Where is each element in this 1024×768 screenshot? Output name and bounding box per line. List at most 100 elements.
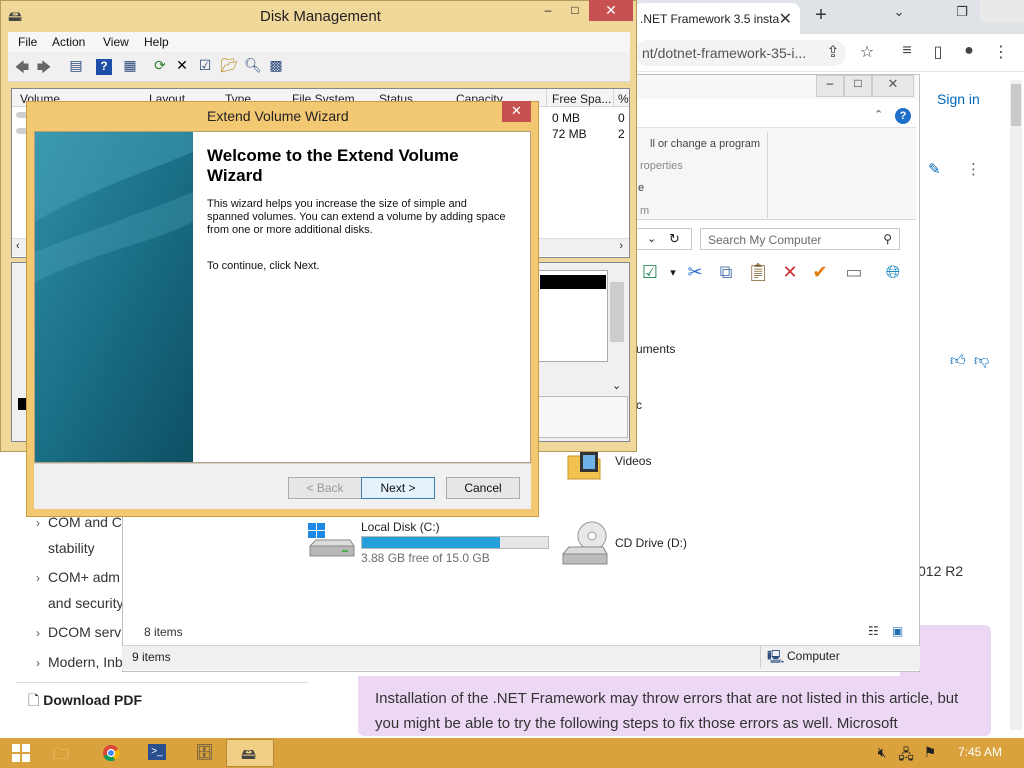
vertical-scrollbar[interactable]: ⌄ [608, 268, 626, 392]
profile-avatar-icon[interactable]: ● [958, 42, 980, 64]
address-bar[interactable]: nt/dotnet-framework-35-i... [634, 40, 846, 66]
close-button[interactable]: ✕ [502, 101, 531, 122]
cut-icon[interactable]: ✂ [683, 262, 707, 284]
bookmark-star-icon[interactable]: ☆ [856, 42, 878, 64]
local-disk-label[interactable]: Local Disk (C:) [361, 520, 440, 534]
more-menu-icon[interactable]: ⋮ [990, 42, 1012, 64]
reading-list-icon[interactable]: ≡ [896, 42, 918, 64]
action-center-icon[interactable]: ⚑ [921, 744, 939, 762]
magnify-icon[interactable]: 🔍︎ [243, 57, 263, 77]
cd-drive-icon[interactable] [560, 520, 610, 568]
copy-icon[interactable]: ⧉ [714, 262, 738, 284]
volume-muted-icon[interactable]: 🔇︎ [873, 744, 891, 762]
minimize-button[interactable]: – [816, 75, 844, 97]
details-view-icon[interactable]: ☷ [868, 624, 879, 638]
large-icons-view-icon[interactable]: ▣ [892, 624, 903, 638]
chevron-down-icon[interactable]: ▾ [661, 266, 685, 288]
menu-help[interactable]: Help [144, 35, 169, 49]
windows-start-icon[interactable] [11, 743, 31, 763]
scrollbar-thumb[interactable] [610, 282, 624, 342]
chevron-right-icon[interactable]: › [36, 656, 40, 670]
download-pdf-link[interactable]: 🗋 Download PDF [28, 690, 142, 714]
maximize-button[interactable]: □ [844, 75, 872, 97]
side-panel-icon[interactable]: ▯ [927, 42, 949, 64]
chevron-right-icon[interactable]: › [36, 571, 40, 585]
row-free-space[interactable]: 0 MB [552, 111, 580, 125]
close-icon[interactable]: ✕ [779, 9, 792, 29]
back-button[interactable]: < Back [288, 477, 362, 499]
taskbar-server-manager[interactable]: 🗄 [180, 739, 228, 767]
refresh-icon[interactable]: ⟳ [150, 57, 170, 77]
row-percent-free[interactable]: 2 [618, 127, 625, 141]
taskbar-powershell[interactable]: >_ [134, 739, 182, 767]
menu-action[interactable]: Action [52, 35, 85, 49]
back-arrow-icon[interactable]: 🡄 [12, 57, 32, 77]
settings-grid-icon[interactable]: ▩ [266, 57, 286, 77]
menu-file[interactable]: File [18, 35, 37, 49]
edit-pencil-icon[interactable]: ✎ [928, 160, 941, 178]
local-disk-icon[interactable] [306, 522, 356, 562]
chevron-down-icon[interactable]: ⌄ [885, 4, 913, 26]
minimize-button[interactable]: – [536, 3, 560, 21]
new-tab-button[interactable]: + [810, 4, 832, 28]
globe-icon[interactable]: 🌐︎ [881, 262, 905, 284]
chevron-up-icon[interactable]: ⌃ [874, 108, 883, 121]
row-free-space[interactable]: 72 MB [552, 127, 587, 141]
documents-folder[interactable]: uments [636, 342, 675, 356]
network-icon[interactable]: 🖧 [897, 744, 915, 762]
help-icon[interactable]: ? [895, 108, 911, 124]
taskbar-disk-management[interactable]: 🖴 [226, 739, 274, 767]
toc-item[interactable]: Modern, Inb [48, 654, 123, 670]
system-clock[interactable]: 7:45 AM [958, 745, 1002, 759]
thumbs-up-icon[interactable]: 👍︎ [950, 352, 966, 370]
restore-window-icon[interactable]: ❐ [948, 4, 976, 26]
sign-in-link[interactable]: Sign in [937, 91, 980, 107]
toc-item-sub[interactable]: and security [48, 595, 123, 611]
search-input[interactable]: Search My Computer ⚲ [700, 228, 900, 250]
next-button[interactable]: Next > [361, 477, 435, 499]
paste-icon[interactable]: 📋︎ [746, 262, 770, 284]
rename-icon[interactable]: ▭ [842, 262, 866, 284]
browser-tab[interactable]: .NET Framework 3.5 insta ✕ [634, 3, 800, 34]
uninstall-program-button[interactable]: ll or change a program [650, 138, 760, 150]
address-dropdown[interactable]: ⌄ ↻ [636, 228, 692, 250]
toc-item-sub[interactable]: stability [48, 540, 95, 556]
close-button[interactable]: ✕ [872, 75, 914, 97]
more-options-icon[interactable]: ⋮ [966, 160, 981, 178]
maximize-button[interactable]: □ [563, 3, 587, 21]
page-scrollbar-thumb[interactable] [1011, 84, 1021, 126]
console-tree-icon[interactable]: ▤ [66, 57, 86, 77]
delete-icon[interactable]: ✕ [778, 262, 802, 284]
cd-drive-label[interactable]: CD Drive (D:) [615, 536, 687, 550]
help-icon[interactable]: ? [96, 59, 112, 75]
chevron-right-icon[interactable]: › [36, 626, 40, 640]
taskbar-chrome[interactable] [88, 739, 136, 767]
open-folder-icon[interactable]: 📂︎ [219, 57, 239, 77]
thumbs-down-icon[interactable]: 👎︎ [974, 352, 989, 370]
chevron-down-icon[interactable]: ⌄ [612, 379, 621, 392]
videos-folder-label[interactable]: Videos [615, 454, 651, 468]
page-scrollbar[interactable] [1010, 80, 1022, 730]
toc-item[interactable]: DCOM servi [48, 624, 124, 640]
menu-view[interactable]: View [103, 35, 129, 49]
checklist-icon[interactable]: ☑ [195, 57, 215, 77]
browser-close-button[interactable] [980, 0, 1024, 22]
system-properties-button[interactable]: roperties [640, 160, 683, 172]
taskbar-file-explorer[interactable]: 🗀 [40, 739, 88, 767]
checkmark-icon[interactable]: ✔ [808, 262, 832, 284]
toc-item[interactable]: COM+ adm [48, 569, 120, 585]
chevron-right-icon[interactable]: › [619, 240, 623, 252]
column-percent-free[interactable]: % [618, 92, 629, 106]
chevron-right-icon[interactable]: › [36, 516, 40, 530]
refresh-icon[interactable]: ↻ [669, 231, 680, 247]
cancel-button[interactable]: Cancel [446, 477, 520, 499]
close-button[interactable]: ✕ [589, 0, 633, 21]
forward-arrow-icon[interactable]: 🡆 [34, 57, 54, 77]
properties-icon[interactable]: ▦ [120, 57, 140, 77]
videos-folder-icon[interactable] [566, 448, 602, 482]
column-free-space[interactable]: Free Spa... [552, 92, 611, 106]
row-percent-free[interactable]: 0 [618, 111, 625, 125]
share-icon[interactable]: ⇪ [822, 42, 844, 64]
delete-icon[interactable]: ✕ [172, 57, 192, 77]
chevron-left-icon[interactable]: ‹ [16, 240, 20, 252]
